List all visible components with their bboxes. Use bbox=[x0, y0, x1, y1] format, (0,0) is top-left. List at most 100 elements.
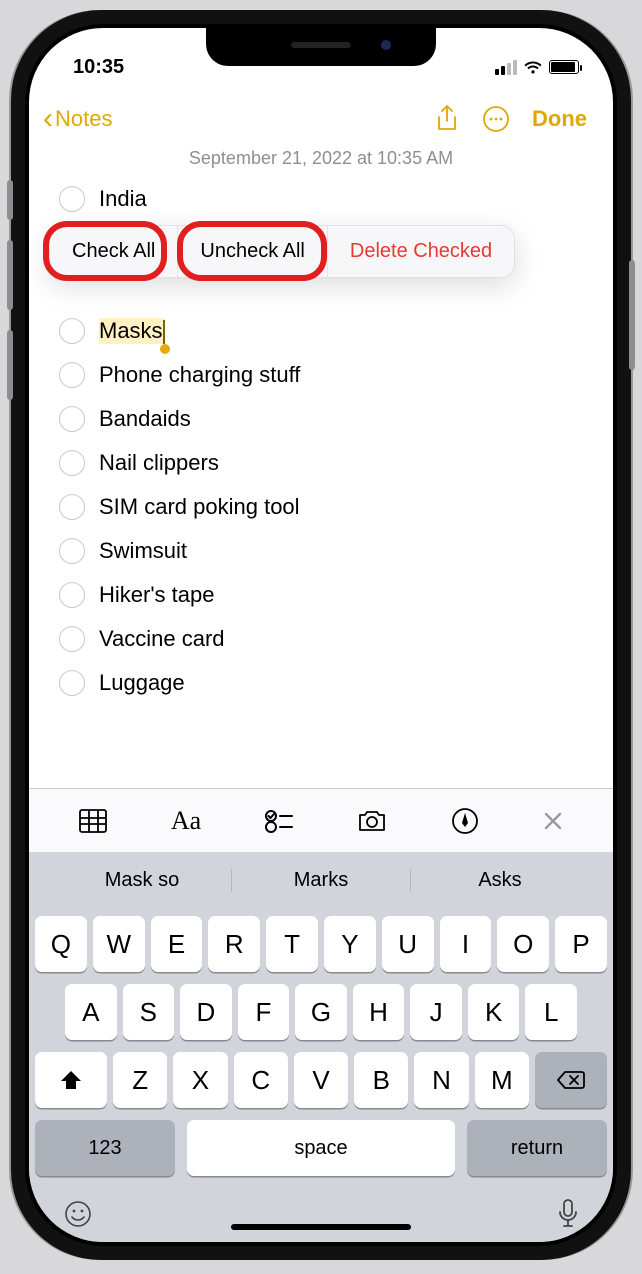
item-text[interactable]: Swimsuit bbox=[99, 538, 187, 564]
shift-key[interactable] bbox=[35, 1052, 107, 1108]
key-r[interactable]: R bbox=[208, 916, 260, 972]
share-button[interactable] bbox=[434, 104, 460, 134]
back-label: Notes bbox=[55, 106, 112, 132]
space-key[interactable]: space bbox=[187, 1120, 455, 1176]
return-key[interactable]: return bbox=[467, 1120, 607, 1176]
key-s[interactable]: S bbox=[123, 984, 175, 1040]
nav-bar: ‹ Notes bbox=[29, 88, 613, 140]
keyboard[interactable]: Mask so Marks Asks Q W E R T Y U bbox=[29, 852, 613, 1242]
item-text[interactable]: Vaccine card bbox=[99, 626, 225, 652]
status-time: 10:35 bbox=[73, 56, 124, 79]
checkbox[interactable] bbox=[59, 186, 85, 212]
text-cursor bbox=[163, 320, 165, 344]
shift-icon bbox=[59, 1069, 83, 1091]
key-q[interactable]: Q bbox=[35, 916, 87, 972]
checkbox[interactable] bbox=[59, 582, 85, 608]
camera-button[interactable] bbox=[350, 808, 394, 834]
key-l[interactable]: L bbox=[525, 984, 577, 1040]
key-w[interactable]: W bbox=[93, 916, 145, 972]
wifi-icon bbox=[523, 60, 543, 75]
home-indicator[interactable] bbox=[231, 1224, 411, 1230]
checkbox[interactable] bbox=[59, 362, 85, 388]
format-toolbar: Aa bbox=[29, 788, 613, 852]
item-text[interactable]: Bandaids bbox=[99, 406, 191, 432]
key-row: Q W E R T Y U I O P bbox=[35, 916, 607, 972]
note-date: September 21, 2022 at 10:35 AM bbox=[29, 140, 613, 173]
key-v[interactable]: V bbox=[294, 1052, 348, 1108]
key-u[interactable]: U bbox=[382, 916, 434, 972]
item-text[interactable]: India bbox=[99, 186, 147, 212]
device-notch bbox=[206, 28, 436, 66]
key-b[interactable]: B bbox=[354, 1052, 408, 1108]
checkbox[interactable] bbox=[59, 450, 85, 476]
delete-checked-button[interactable]: Delete Checked bbox=[328, 226, 514, 277]
more-button[interactable] bbox=[482, 105, 510, 133]
key-i[interactable]: I bbox=[440, 916, 492, 972]
checklist-item[interactable]: Phone charging stuff bbox=[59, 353, 613, 397]
key-p[interactable]: P bbox=[555, 916, 607, 972]
key-z[interactable]: Z bbox=[113, 1052, 167, 1108]
key-a[interactable]: A bbox=[65, 984, 117, 1040]
table-icon bbox=[78, 808, 108, 834]
key-row: 123 space return bbox=[35, 1120, 607, 1176]
suggestion[interactable]: Mask so bbox=[29, 869, 232, 892]
emoji-button[interactable] bbox=[63, 1199, 93, 1229]
checkbox[interactable] bbox=[59, 494, 85, 520]
key-e[interactable]: E bbox=[151, 916, 203, 972]
numbers-key[interactable]: 123 bbox=[35, 1120, 175, 1176]
item-text[interactable]: Nail clippers bbox=[99, 450, 219, 476]
dictation-button[interactable] bbox=[557, 1198, 579, 1230]
checkbox[interactable] bbox=[59, 318, 85, 344]
key-t[interactable]: T bbox=[266, 916, 318, 972]
item-text[interactable]: Hiker's tape bbox=[99, 582, 214, 608]
checklist-item[interactable]: Vaccine card bbox=[59, 617, 613, 661]
selection-handle-icon[interactable] bbox=[160, 344, 170, 354]
emoji-icon bbox=[63, 1199, 93, 1229]
checkbox[interactable] bbox=[59, 538, 85, 564]
back-button[interactable]: ‹ Notes bbox=[43, 104, 112, 134]
checkbox[interactable] bbox=[59, 626, 85, 652]
key-k[interactable]: K bbox=[468, 984, 520, 1040]
annotation-callout bbox=[177, 221, 327, 281]
table-button[interactable] bbox=[72, 808, 114, 834]
text-style-button[interactable]: Aa bbox=[165, 806, 207, 836]
item-text[interactable]: Luggage bbox=[99, 670, 185, 696]
chevron-left-icon: ‹ bbox=[43, 104, 53, 134]
checklist-item[interactable]: Hiker's tape bbox=[59, 573, 613, 617]
backspace-icon bbox=[556, 1069, 586, 1091]
key-j[interactable]: J bbox=[410, 984, 462, 1040]
checklist-button[interactable] bbox=[258, 808, 300, 834]
key-d[interactable]: D bbox=[180, 984, 232, 1040]
item-text[interactable]: SIM card poking tool bbox=[99, 494, 300, 520]
key-g[interactable]: G bbox=[295, 984, 347, 1040]
close-icon bbox=[542, 810, 564, 832]
checklist[interactable]: Check All Uncheck All Delete Checked Ind… bbox=[29, 173, 613, 705]
checklist-item[interactable]: Luggage bbox=[59, 661, 613, 705]
suggestion[interactable]: Marks bbox=[232, 869, 411, 892]
checklist-item[interactable]: SIM card poking tool bbox=[59, 485, 613, 529]
checklist-item[interactable]: Bandaids bbox=[59, 397, 613, 441]
item-text[interactable]: Masks bbox=[99, 318, 165, 344]
key-n[interactable]: N bbox=[414, 1052, 468, 1108]
key-m[interactable]: M bbox=[475, 1052, 529, 1108]
close-toolbar-button[interactable] bbox=[536, 810, 570, 832]
key-x[interactable]: X bbox=[173, 1052, 227, 1108]
markup-button[interactable] bbox=[445, 807, 485, 835]
backspace-key[interactable] bbox=[535, 1052, 607, 1108]
checklist-item[interactable]: India bbox=[59, 177, 613, 221]
key-y[interactable]: Y bbox=[324, 916, 376, 972]
item-text[interactable]: Phone charging stuff bbox=[99, 362, 300, 388]
done-button[interactable]: Done bbox=[532, 106, 587, 132]
checklist-item[interactable]: Masks bbox=[59, 309, 613, 353]
annotation-callout bbox=[43, 221, 167, 281]
key-c[interactable]: C bbox=[234, 1052, 288, 1108]
key-f[interactable]: F bbox=[238, 984, 290, 1040]
checkbox[interactable] bbox=[59, 670, 85, 696]
key-o[interactable]: O bbox=[497, 916, 549, 972]
checklist-item[interactable]: Swimsuit bbox=[59, 529, 613, 573]
checklist-item[interactable]: Nail clippers bbox=[59, 441, 613, 485]
battery-icon bbox=[549, 60, 579, 74]
checkbox[interactable] bbox=[59, 406, 85, 432]
key-h[interactable]: H bbox=[353, 984, 405, 1040]
suggestion[interactable]: Asks bbox=[411, 869, 613, 892]
